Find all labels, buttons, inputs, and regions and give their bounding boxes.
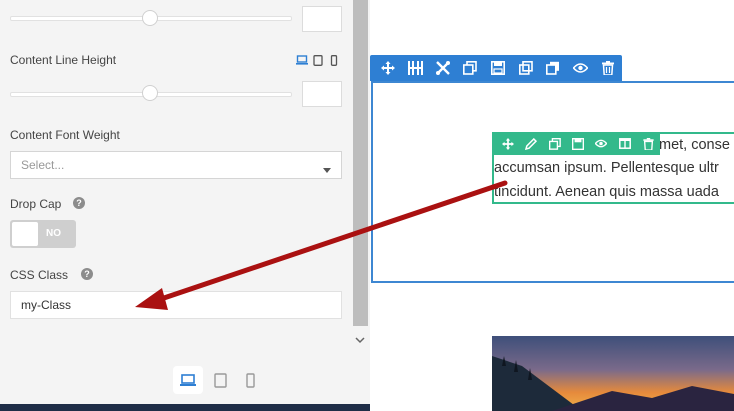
annotation-arrow xyxy=(135,180,508,310)
